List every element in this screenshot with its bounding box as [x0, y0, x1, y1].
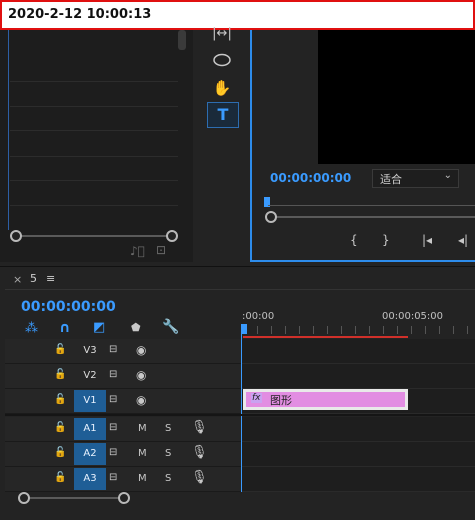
monitor-zoom-knob[interactable] — [265, 211, 277, 223]
track-name[interactable]: V3 — [74, 340, 106, 362]
fit-dropdown-value: 适合 — [380, 173, 402, 186]
add-marker-icon[interactable]: ⬟ — [131, 321, 141, 334]
lock-icon[interactable]: 🔓 — [54, 394, 66, 405]
project-panel — [0, 30, 193, 262]
timeline-zoom-knob-left[interactable] — [18, 492, 30, 504]
sync-lock-icon[interactable]: ⊟ — [109, 447, 117, 458]
project-bin-icon[interactable]: ⊡ — [156, 243, 166, 257]
lock-icon[interactable]: 🔓 — [54, 447, 66, 458]
track-area-a3[interactable] — [242, 467, 475, 492]
track-header-a3[interactable]: 🔓 A3 ⊟ M S 🎙 — [5, 467, 241, 492]
microphone-icon[interactable]: 🎙 — [191, 470, 208, 485]
lock-icon[interactable]: 🔓 — [54, 369, 66, 380]
sync-lock-icon[interactable]: ⊟ — [109, 394, 117, 405]
chevron-down-icon: ⌄ — [443, 170, 452, 181]
ruler-label-start: :00:00 — [242, 311, 275, 322]
render-bar — [243, 336, 408, 338]
track-header-a1[interactable]: 🔓 A1 ⊟ M S 🎙 — [5, 417, 241, 442]
track-area-v3[interactable] — [242, 339, 475, 364]
program-monitor-video — [318, 30, 475, 164]
track-area-v2[interactable] — [242, 364, 475, 389]
time-ruler-ticks[interactable] — [243, 326, 475, 334]
solo-button[interactable]: S — [165, 473, 171, 484]
snap-magnet-icon[interactable]: ∩ — [59, 320, 70, 336]
monitor-zoom-track[interactable] — [272, 216, 475, 218]
linked-selection-icon[interactable]: ◩ — [93, 320, 105, 335]
timeline-playhead-icon[interactable] — [241, 324, 247, 334]
timeline-zoom-track[interactable] — [27, 497, 123, 499]
track-name[interactable]: A1 — [74, 418, 106, 440]
program-timecode[interactable]: 00:00:00:00 — [270, 171, 351, 185]
av-divider — [5, 414, 475, 416]
lock-icon[interactable]: 🔓 — [54, 472, 66, 483]
track-name[interactable]: A3 — [74, 468, 106, 490]
solo-button[interactable]: S — [165, 423, 171, 434]
project-vertical-scrollbar[interactable] — [178, 30, 186, 50]
graphic-clip[interactable]: fx 图形 — [243, 389, 408, 410]
track-header-a2[interactable]: 🔓 A2 ⊟ M S 🎙 — [5, 442, 241, 467]
fit-dropdown[interactable]: 适合 ⌄ — [372, 169, 459, 188]
type-tool-icon[interactable]: T — [207, 102, 239, 128]
eye-icon[interactable]: ◉ — [136, 393, 146, 407]
ellipse-tool-icon[interactable] — [207, 50, 237, 74]
datetime-bar: 2020-2-12 10:00:13 — [0, 0, 475, 30]
timeline-timecode[interactable]: 00:00:00:00 — [21, 299, 116, 315]
mark-in-icon[interactable]: { — [350, 233, 358, 247]
ruler-label-5s: 00:00:05:00 — [382, 311, 444, 322]
datetime-text: 2020-2-12 10:00:13 — [8, 7, 152, 22]
hand-tool-icon[interactable]: ✋ — [207, 76, 237, 100]
timeline-zoom-knob-right[interactable] — [118, 492, 130, 504]
nest-icon[interactable]: ⁂ — [25, 321, 38, 336]
go-to-in-icon[interactable]: |◂ — [422, 233, 432, 247]
project-new-item-icon[interactable]: ♪⃞ — [130, 244, 145, 258]
fx-badge: fx — [251, 393, 262, 403]
lock-icon[interactable]: 🔓 — [54, 422, 66, 433]
mark-out-icon[interactable]: } — [382, 233, 390, 247]
track-name[interactable]: V1 — [74, 390, 106, 412]
track-name[interactable]: V2 — [74, 365, 106, 387]
wrench-icon[interactable]: 🔧 — [162, 319, 179, 335]
microphone-icon[interactable]: 🎙 — [191, 420, 208, 435]
track-area-a2[interactable] — [242, 442, 475, 467]
eye-icon[interactable]: ◉ — [136, 343, 146, 357]
solo-button[interactable]: S — [165, 448, 171, 459]
slip-tool-icon[interactable]: |↔| — [207, 22, 237, 46]
mute-button[interactable]: M — [138, 448, 147, 459]
step-back-icon[interactable]: ◂| — [458, 233, 468, 247]
tab-divider — [5, 289, 475, 290]
project-zoom-knob-right[interactable] — [166, 230, 178, 242]
sync-lock-icon[interactable]: ⊟ — [109, 472, 117, 483]
project-zoom-knob-left[interactable] — [10, 230, 22, 242]
mute-button[interactable]: M — [138, 473, 147, 484]
track-header-v1[interactable]: 🔓 V1 ⊟ ◉ — [5, 389, 241, 414]
sequence-tab-name[interactable]: 5 — [30, 272, 37, 285]
close-icon[interactable]: × — [13, 273, 22, 286]
monitor-ruler[interactable] — [268, 205, 475, 206]
project-panel-edge — [8, 30, 9, 230]
track-header-v3[interactable]: 🔓 V3 ⊟ ◉ — [5, 339, 241, 364]
mute-button[interactable]: M — [138, 423, 147, 434]
tab-menu-icon[interactable]: ≡ — [46, 272, 55, 285]
sync-lock-icon[interactable]: ⊟ — [109, 422, 117, 433]
sync-lock-icon[interactable]: ⊟ — [109, 344, 117, 355]
clip-body: fx 图形 — [246, 392, 405, 407]
project-zoom-track[interactable] — [15, 235, 171, 237]
lock-icon[interactable]: 🔓 — [54, 344, 66, 355]
track-area-a1[interactable] — [242, 417, 475, 442]
clip-label: 图形 — [270, 394, 292, 407]
sync-lock-icon[interactable]: ⊟ — [109, 369, 117, 380]
track-name[interactable]: A2 — [74, 443, 106, 465]
eye-icon[interactable]: ◉ — [136, 368, 146, 382]
microphone-icon[interactable]: 🎙 — [191, 445, 208, 460]
track-header-v2[interactable]: 🔓 V2 ⊟ ◉ — [5, 364, 241, 389]
